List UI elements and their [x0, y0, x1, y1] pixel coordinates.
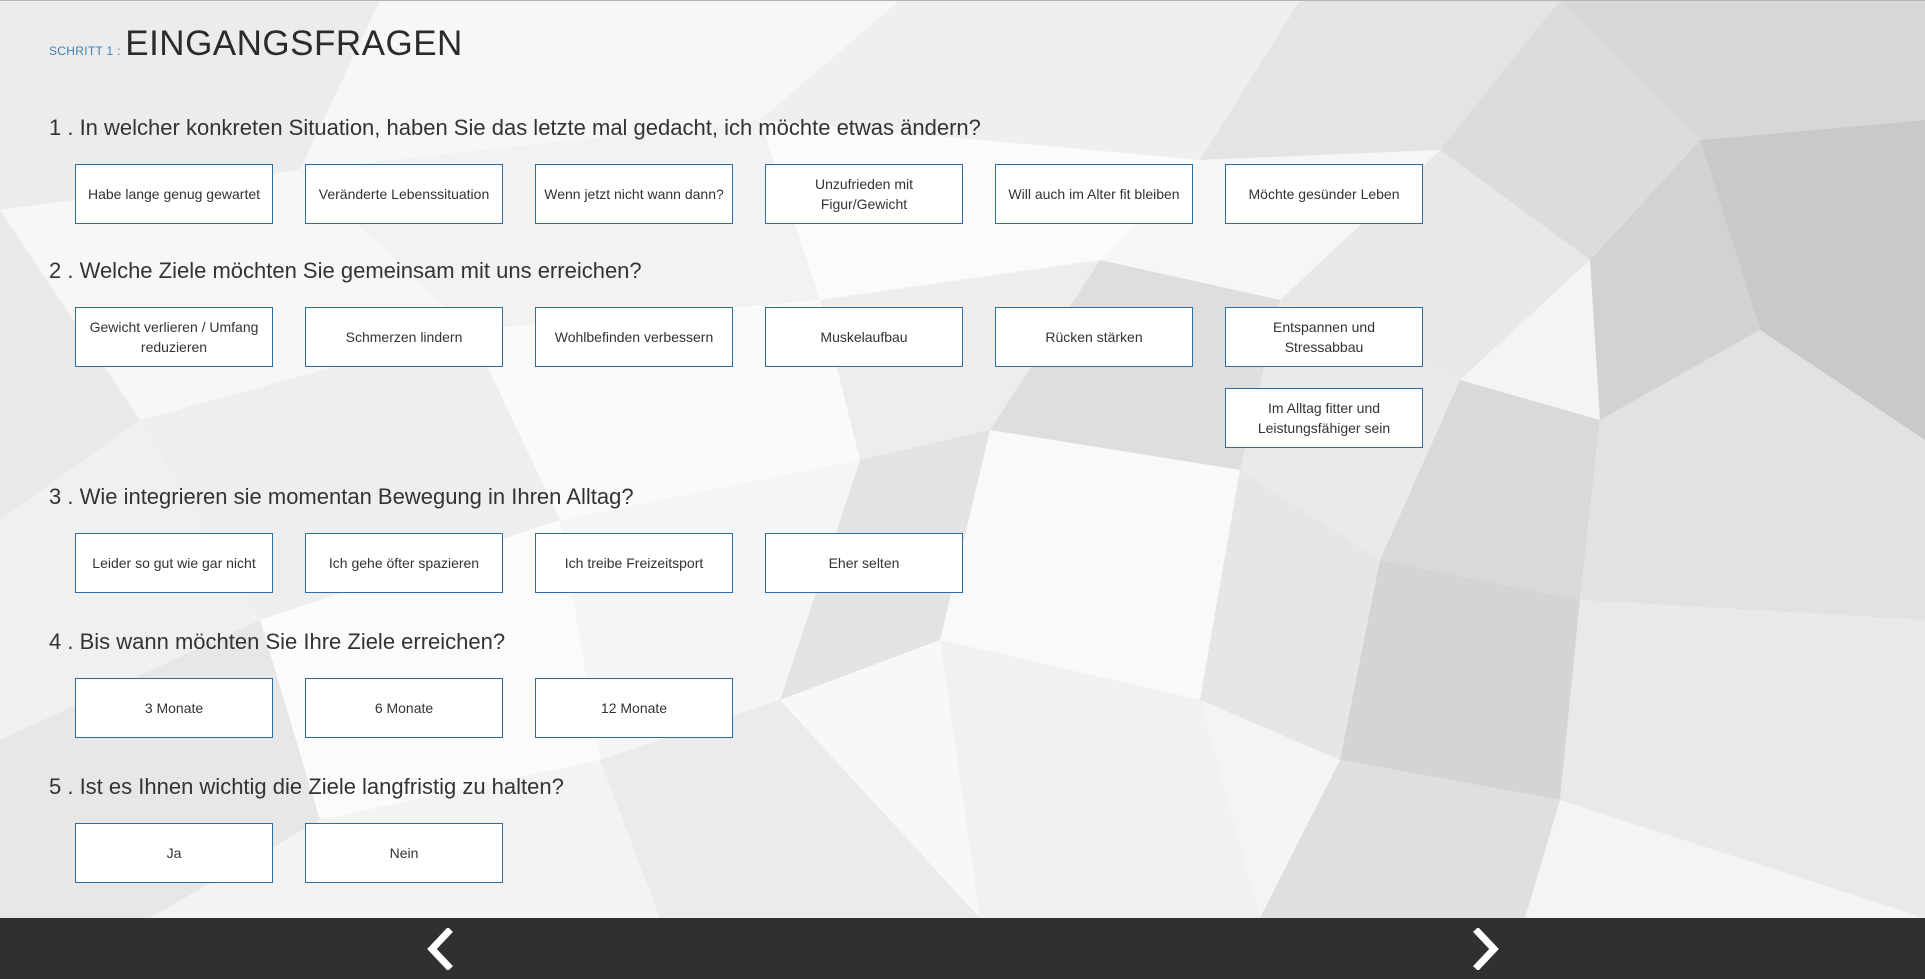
- question-1: 1 . In welcher konkreten Situation, habe…: [49, 115, 981, 140]
- question-5: 5 . Ist es Ihnen wichtig die Ziele langf…: [49, 774, 564, 799]
- option-button[interactable]: Wenn jetzt nicht wann dann?: [535, 164, 733, 224]
- option-button[interactable]: Leider so gut wie gar nicht: [75, 533, 273, 593]
- prev-button[interactable]: [420, 928, 460, 970]
- option-button[interactable]: Entspannen und Stressabbau: [1225, 307, 1423, 367]
- option-button[interactable]: Möchte gesünder Leben: [1225, 164, 1423, 224]
- option-button[interactable]: Ja: [75, 823, 273, 883]
- chevron-left-icon: [427, 928, 453, 970]
- footer-nav-bar: [0, 918, 1925, 979]
- option-button[interactable]: Wohlbefinden verbessern: [535, 307, 733, 367]
- step-header: SCHRITT 1 : EINGANGSFRAGEN: [49, 24, 463, 64]
- question-4: 4 . Bis wann möchten Sie Ihre Ziele erre…: [49, 629, 506, 654]
- option-button[interactable]: Rücken stärken: [995, 307, 1193, 367]
- question-3: 3 . Wie integrieren sie momentan Bewegun…: [49, 484, 634, 509]
- option-button[interactable]: Schmerzen lindern: [305, 307, 503, 367]
- option-button[interactable]: 6 Monate: [305, 678, 503, 738]
- page-title: EINGANGSFRAGEN: [125, 24, 463, 63]
- option-button[interactable]: Gewicht verlieren / Umfang reduzieren: [75, 307, 273, 367]
- option-button[interactable]: Will auch im Alter fit bleiben: [995, 164, 1193, 224]
- option-button[interactable]: Eher selten: [765, 533, 963, 593]
- option-button[interactable]: Nein: [305, 823, 503, 883]
- option-button[interactable]: Veränderte Lebenssituation: [305, 164, 503, 224]
- option-button[interactable]: Ich treibe Freizeitsport: [535, 533, 733, 593]
- option-button[interactable]: Habe lange genug gewartet: [75, 164, 273, 224]
- option-button[interactable]: Muskelaufbau: [765, 307, 963, 367]
- question-2: 2 . Welche Ziele möchten Sie gemeinsam m…: [49, 258, 642, 283]
- option-button[interactable]: Ich gehe öfter spazieren: [305, 533, 503, 593]
- step-label: SCHRITT 1 :: [49, 44, 121, 58]
- questionnaire: SCHRITT 1 : EINGANGSFRAGEN 1 . In welche…: [0, 0, 1925, 918]
- option-button[interactable]: Unzufrieden mit Figur/Gewicht: [765, 164, 963, 224]
- chevron-right-icon: [1473, 928, 1499, 970]
- option-button[interactable]: 12 Monate: [535, 678, 733, 738]
- option-button[interactable]: Im Alltag fitter und Leistungsfähiger se…: [1225, 388, 1423, 448]
- option-button[interactable]: 3 Monate: [75, 678, 273, 738]
- next-button[interactable]: [1466, 928, 1506, 970]
